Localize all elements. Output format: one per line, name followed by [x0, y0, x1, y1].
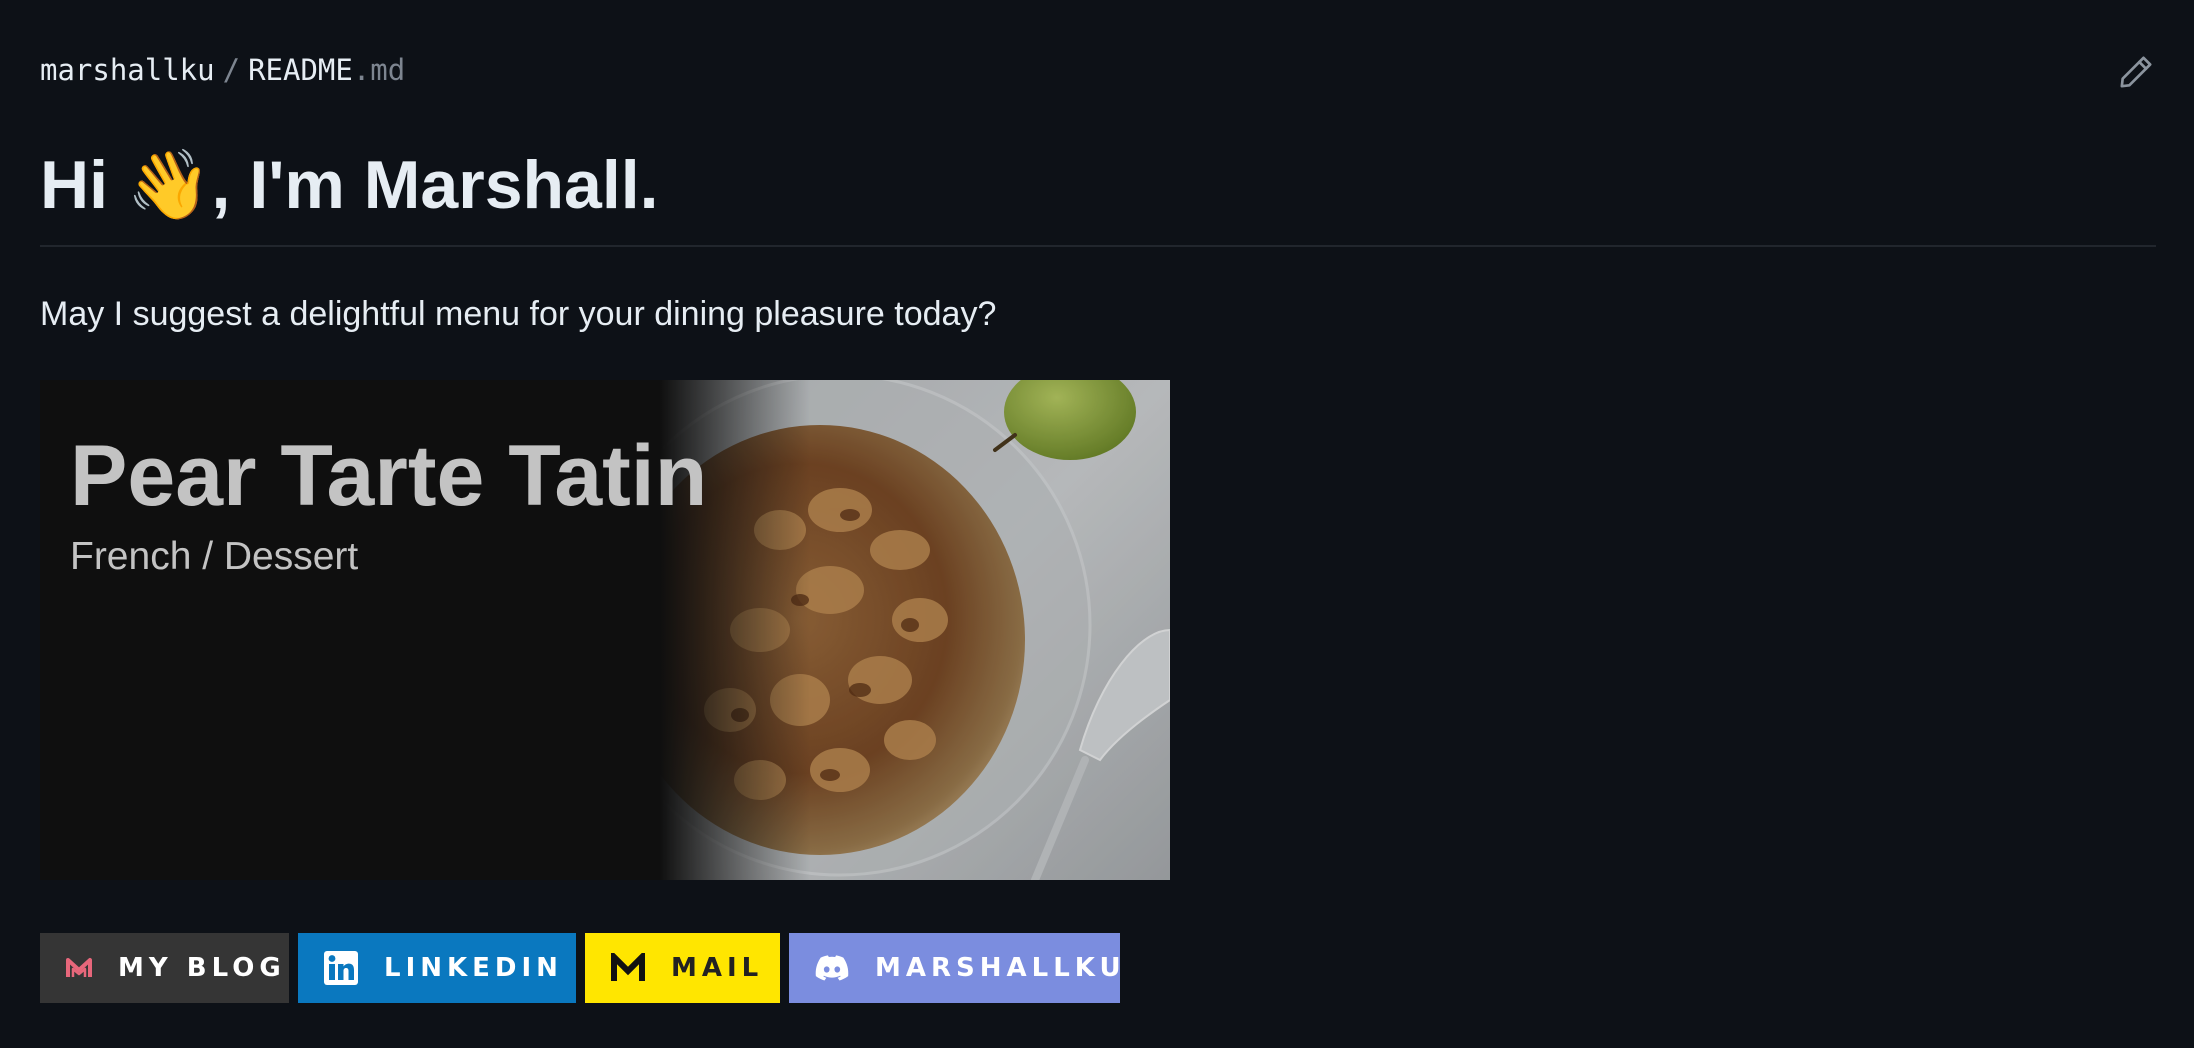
social-badges: MY BLOG LINKEDIN MAIL MARSHALLKU	[40, 933, 1121, 1003]
mail-m-icon	[611, 951, 645, 985]
recipe-card-image[interactable]: Pear Tarte Tatin French / Dessert	[40, 380, 1170, 880]
file-name: README	[248, 53, 353, 87]
blog-badge-label: MY BLOG	[118, 953, 286, 983]
path-separator: /	[222, 53, 241, 87]
linkedin-icon	[324, 951, 358, 985]
readme-page: marshallku / README .md Hi 👋, I'm Marshal…	[0, 0, 2194, 1048]
discord-icon	[815, 951, 849, 985]
pencil-icon	[2120, 56, 2152, 88]
readme-heading: Hi 👋, I'm Marshall.	[40, 147, 659, 223]
recipe-title: Pear Tarte Tatin	[70, 428, 708, 524]
linkedin-badge[interactable]: LINKEDIN	[298, 933, 576, 1003]
file-extension: .md	[352, 53, 406, 87]
edit-file-button[interactable]	[2116, 52, 2156, 92]
discord-badge[interactable]: MARSHALLKU	[789, 933, 1121, 1003]
intro-text: May I suggest a delightful menu for your…	[40, 295, 997, 333]
mail-badge-label: MAIL	[671, 953, 764, 983]
discord-badge-label: MARSHALLKU	[875, 953, 1126, 983]
linkedin-badge-label: LINKEDIN	[384, 953, 563, 983]
recipe-subtitle: French / Dessert	[70, 535, 359, 578]
blog-logo-icon	[66, 951, 92, 985]
blog-badge[interactable]: MY BLOG	[40, 933, 289, 1003]
repo-owner-link[interactable]: marshallku	[40, 50, 215, 90]
heading-divider	[40, 245, 2156, 247]
mail-badge[interactable]: MAIL	[585, 933, 780, 1003]
file-path-breadcrumb: marshallku / README .md	[40, 50, 405, 90]
